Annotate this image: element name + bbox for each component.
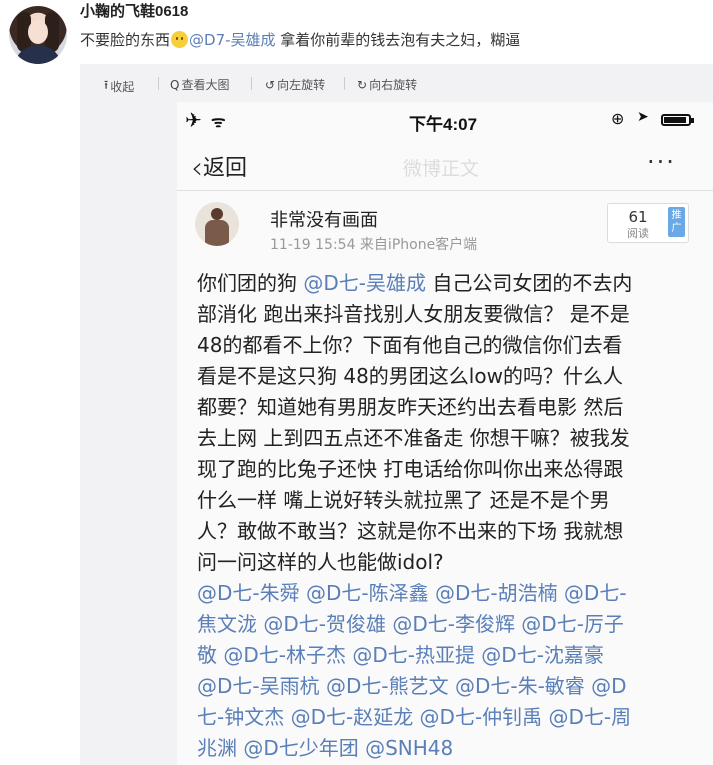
rotate-right-button[interactable]: ↻ 向右旋转 [357,76,417,93]
back-button[interactable]: ‹返回 [191,150,247,186]
user-avatar[interactable] [9,6,67,64]
toolbar-divider [158,77,159,90]
post-text: 不要脸的东西 @D7-吴雄成 拿着你前辈的钱去泡有夫之妇，糊逼 [80,29,520,50]
toolbar-divider [251,77,252,90]
view-large-label: 查看大图 [181,78,230,92]
post-body-lines: 你们团的狗 @D七-吴雄成 自己公司女团的不去内部消化 跑出来抖音找别人女朋友要… [197,268,693,578]
media-viewer: ⭱ 收起 Q 查看大图 ↺ 向左旋转 ↻ 向右旋转 ✈ ᯤ 下午4:07 ⊕ ➤ [80,64,713,765]
back-label: 返回 [203,156,248,181]
read-count: 61 [628,208,648,226]
body-line: 现了跑的比兔子还快 打电话给你叫你出来怂得跟 [197,454,693,485]
author-name[interactable]: 非常没有画面 [270,206,378,232]
rotation-lock-icon: ⊕ [611,109,625,128]
view-large-button[interactable]: Q 查看大图 [170,76,229,93]
read-label: 阅读 [627,227,649,240]
body-text-part: 48的都看不上你？下面有他自己的微信你们去看 [197,333,623,357]
username-link[interactable]: 小鞠的飞鞋0618 [80,0,188,21]
body-text-part: 看是不是这只狗 48的男团这么low的吗？什么人 [197,364,623,388]
status-time: 下午4:07 [409,115,478,134]
body-line: 48的都看不上你？下面有他自己的微信你们去看 [197,330,693,361]
more-button[interactable]: ··· [647,148,676,176]
avatar-face [28,20,48,44]
airplane-icon: ✈ [185,108,202,132]
body-text-part: 自己公司女团的不去内 [425,271,633,295]
body-text-part: 现了跑的比兔子还快 打电话给你叫你出来怂得跟 [197,457,624,481]
author-avatar[interactable] [195,202,239,246]
body-line: 问一问这样的人也能做idol? [197,547,693,578]
read-count-box[interactable]: 61 阅读 推广 [607,203,689,243]
mention-tag-line[interactable]: @D七-吴雨杭 @D七-熊艺文 @D七-朱-敏睿 @D [197,671,693,702]
body-text-part: 都要？知道她有男朋友昨天还约出去看电影 然后 [197,395,624,419]
mention-link[interactable]: @D七-吴雄成 [303,271,426,295]
collapse-label: 收起 [110,80,135,94]
body-line: 人？敢做不敢当？这就是你不出来的下场 我就想 [197,516,693,547]
chevron-left-icon: ‹ [191,151,203,186]
body-text-part: 部消化 跑出来抖音找别人女朋友要微信？ 是不是 [197,302,630,326]
rotate-right-icon: ↻ [357,77,368,92]
avatar-head [211,208,223,220]
battery-icon [661,114,694,126]
mention-tag-line[interactable]: 敬 @D七-林子杰 @D七-热亚提 @D七-沈嘉豪 [197,640,693,671]
embedded-screenshot[interactable]: ✈ ᯤ 下午4:07 ⊕ ➤ ‹返回 微博正文 ··· 非常没有画面 11-19… [177,102,713,765]
phone-nav-bar: ‹返回 微博正文 ··· [177,140,713,191]
rotate-left-label: 向左旋转 [277,78,326,92]
body-line: 看是不是这只狗 48的男团这么low的吗？什么人 [197,361,693,392]
rotate-left-icon: ↺ [265,77,276,92]
nav-title: 微博正文 [403,158,480,180]
collapse-button[interactable]: ⭱ 收起 [104,76,134,97]
rotate-right-label: 向右旋转 [369,78,418,92]
avatar-body [205,220,229,246]
smile-emoji-icon [171,31,189,48]
mention-tags: @D七-朱舜 @D七-陈泽鑫 @D七-胡浩楠 @D七- 焦文泷 @D七-贺俊雄 @… [197,578,693,764]
body-line: 什么一样 嘴上说好转头就拉黑了 还是不是个男 [197,485,693,516]
toolbar-divider [344,77,345,90]
wifi-icon: ᯤ [211,112,226,131]
rotate-left-button[interactable]: ↺ 向左旋转 [265,76,325,93]
body-line: 去上网 上到四五点还不准备走 你想干嘛？被我发 [197,423,693,454]
body-line: 你们团的狗 @D七-吴雄成 自己公司女团的不去内 [197,268,693,299]
body-text-part: 你们团的狗 [197,271,304,295]
body-text-part: 去上网 上到四五点还不准备走 你想干嘛？被我发 [197,426,630,450]
phone-status-bar: ✈ ᯤ 下午4:07 ⊕ ➤ [177,102,713,138]
post-meta: 11-19 15:54 来自iPhone客户端 [270,237,478,253]
mention-tag-line[interactable]: @D七-朱舜 @D七-陈泽鑫 @D七-胡浩楠 @D七- [197,578,693,609]
body-line: 部消化 跑出来抖音找别人女朋友要微信？ 是不是 [197,299,693,330]
body-text-part: 人？敢做不敢当？这就是你不出来的下场 我就想 [197,519,624,543]
body-line: 都要？知道她有男朋友昨天还约出去看电影 然后 [197,392,693,423]
body-text-part: 问一问这样的人也能做idol? [197,550,444,574]
post-text-part: 拿着你前辈的钱去泡有夫之妇，糊逼 [275,31,521,49]
body-text-part: 什么一样 嘴上说好转头就拉黑了 还是不是个男 [197,488,610,512]
mention-link[interactable]: @D7-吴雄成 [189,31,276,49]
image-toolbar: ⭱ 收起 Q 查看大图 ↺ 向左旋转 ↻ 向右旋转 [80,64,713,102]
mention-tag-line[interactable]: 七-钟文杰 @D七-赵延龙 @D七-仲钊禹 @D七-周 [197,702,693,733]
magnifier-icon: Q [170,77,180,92]
location-icon: ➤ [637,109,649,125]
mention-tag-line[interactable]: 兆渊 @D七少年团 @SNH48 [197,733,693,764]
mention-tag-line[interactable]: 焦文泷 @D七-贺俊雄 @D七-李俊辉 @D七-厉子 [197,609,693,640]
post-text-part: 不要脸的东西 [80,31,171,49]
promote-button[interactable]: 推广 [668,207,685,237]
post-body: 你们团的狗 @D七-吴雄成 自己公司女团的不去内部消化 跑出来抖音找别人女朋友要… [197,268,693,764]
collapse-arrow-icon: ⭱ [104,78,109,92]
